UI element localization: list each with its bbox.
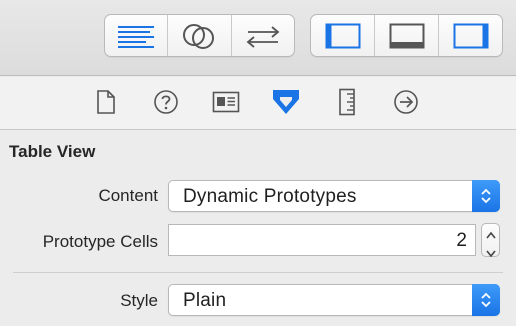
view-toggle-segmented-control — [310, 14, 503, 57]
attributes-panel: Table View Content Dynamic Prototypes Pr… — [0, 131, 516, 326]
debug-area-toggle-button[interactable] — [375, 15, 439, 56]
identity-inspector-icon — [212, 91, 240, 118]
style-label: Style — [120, 291, 158, 310]
content-popup-button[interactable]: Dynamic Prototypes — [168, 180, 500, 212]
utilities-toggle-icon — [453, 23, 489, 49]
section-divider — [13, 272, 503, 273]
section-title: Table View — [9, 142, 96, 161]
prototype-cells-value: 2 — [456, 230, 467, 251]
utilities-toggle-button[interactable] — [439, 15, 502, 56]
assistant-editor-button[interactable] — [168, 15, 232, 56]
prototype-cells-stepper[interactable] — [481, 223, 500, 258]
size-inspector-icon — [338, 88, 356, 121]
stepper-down-icon[interactable] — [485, 245, 497, 263]
style-popup-button[interactable]: Plain — [168, 284, 500, 316]
assistant-editor-icon — [181, 22, 217, 50]
navigator-toggle-icon — [325, 23, 361, 49]
up-down-chevron-icon — [472, 180, 500, 212]
editor-mode-segmented-control — [104, 14, 295, 57]
window-toolbar — [0, 0, 516, 76]
prototype-cells-label: Prototype Cells — [42, 232, 158, 251]
attributes-inspector-icon — [271, 88, 301, 121]
quick-help-icon — [153, 89, 179, 120]
prototype-cells-field[interactable]: 2 — [168, 224, 476, 256]
content-label: Content — [98, 186, 158, 205]
standard-editor-button[interactable] — [105, 15, 169, 56]
connections-inspector-icon — [393, 89, 419, 120]
quick-help-tab[interactable] — [151, 89, 181, 119]
attributes-inspector-tab[interactable] — [271, 89, 301, 119]
version-editor-icon — [244, 24, 282, 48]
style-popup-value: Plain — [183, 290, 227, 311]
content-popup-value: Dynamic Prototypes — [183, 186, 357, 207]
debug-area-toggle-icon — [389, 23, 425, 49]
navigator-toggle-button[interactable] — [311, 15, 375, 56]
stepper-up-icon[interactable] — [485, 227, 497, 245]
file-inspector-icon — [95, 89, 117, 120]
file-inspector-tab[interactable] — [91, 89, 121, 119]
version-editor-button[interactable] — [232, 15, 294, 56]
connections-inspector-tab[interactable] — [391, 89, 421, 119]
size-inspector-tab[interactable] — [332, 88, 362, 121]
up-down-chevron-icon — [472, 284, 500, 316]
standard-editor-icon — [116, 24, 156, 48]
identity-inspector-tab[interactable] — [211, 89, 241, 119]
inspector-selector-bar — [0, 77, 516, 130]
